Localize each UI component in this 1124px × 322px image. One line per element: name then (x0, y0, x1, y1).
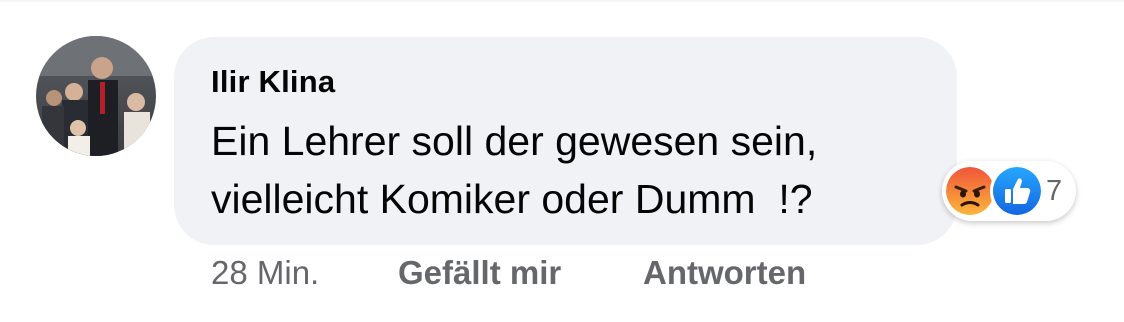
comment-text-line: vielleicht Komiker oder Dumm !? (211, 176, 813, 222)
divider (0, 0, 1124, 2)
avatar-photo (36, 36, 156, 156)
reaction-count: 7 (1046, 175, 1063, 207)
comment-author[interactable]: Ilir Klina (211, 64, 335, 100)
comment-text-line: Ein Lehrer soll der gewesen sein, (211, 118, 818, 164)
like-button[interactable]: Gefällt mir (398, 254, 561, 292)
comment-text: Ein Lehrer soll der gewesen sein, vielle… (211, 112, 951, 228)
thumbs-up-icon (990, 164, 1044, 218)
comment-timestamp[interactable]: 28 Min. (211, 254, 319, 292)
angry-face-icon (946, 167, 994, 215)
reply-button[interactable]: Antworten (643, 254, 806, 292)
reactions-summary[interactable]: 7 (942, 161, 1076, 221)
avatar[interactable] (36, 36, 156, 156)
